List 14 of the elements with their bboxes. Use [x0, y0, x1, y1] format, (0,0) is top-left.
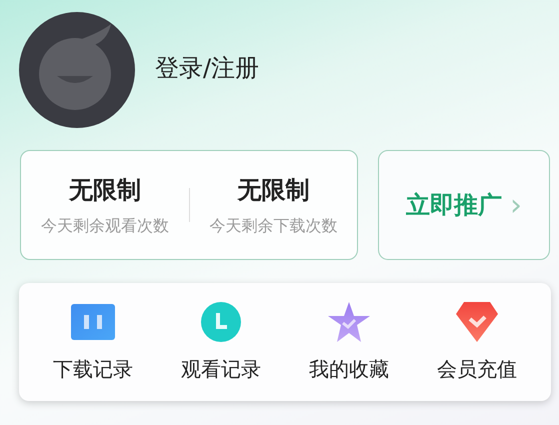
clock-icon	[201, 302, 241, 342]
menu-item[interactable]: 观看记录	[181, 356, 261, 382]
menu-item[interactable]: 会员充值	[437, 356, 517, 382]
stat-value: 无限制	[68, 174, 141, 206]
menu-item[interactable]: 下载记录	[53, 356, 133, 382]
stat-caption: 今天剩余下载次数	[209, 216, 338, 236]
star-icon	[328, 302, 370, 342]
gem-icon	[456, 302, 498, 342]
stat-caption: 今天剩余观看次数	[40, 216, 169, 236]
avatar-icon[interactable]	[19, 12, 135, 128]
login-link[interactable]: 登录/注册	[155, 52, 260, 84]
stat-value: 无限制	[237, 174, 310, 206]
pause-icon	[71, 304, 115, 340]
menu-item[interactable]: 我的收藏	[309, 356, 389, 382]
